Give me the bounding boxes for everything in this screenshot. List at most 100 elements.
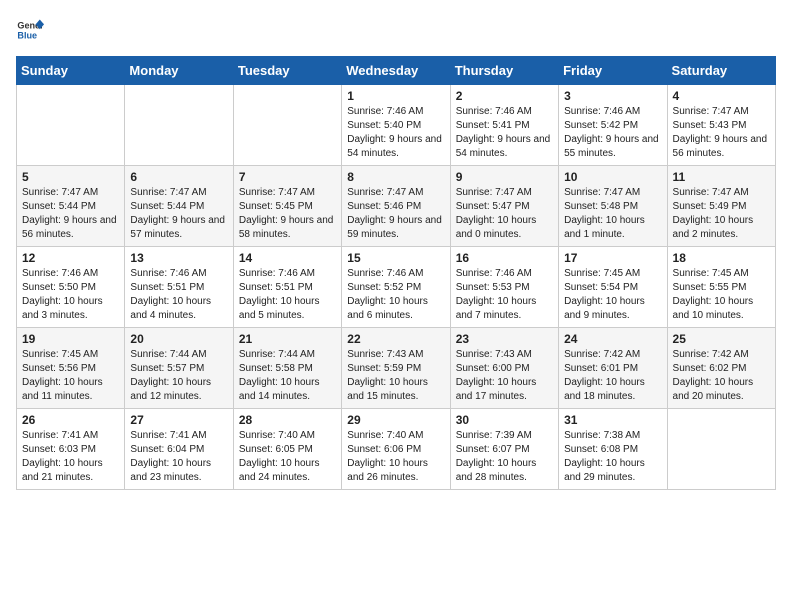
day-number: 3 bbox=[564, 89, 661, 103]
day-number: 23 bbox=[456, 332, 553, 346]
day-info: Sunrise: 7:46 AM Sunset: 5:40 PM Dayligh… bbox=[347, 105, 444, 161]
day-info: Sunrise: 7:45 AM Sunset: 5:55 PM Dayligh… bbox=[673, 267, 770, 323]
day-info: Sunrise: 7:44 AM Sunset: 5:58 PM Dayligh… bbox=[239, 348, 336, 404]
calendar-table: SundayMondayTuesdayWednesdayThursdayFrid… bbox=[16, 56, 776, 490]
day-info: Sunrise: 7:46 AM Sunset: 5:41 PM Dayligh… bbox=[456, 105, 553, 161]
calendar-day-cell: 23 Sunrise: 7:43 AM Sunset: 6:00 PM Dayli… bbox=[450, 328, 558, 409]
day-number: 18 bbox=[673, 251, 770, 265]
day-info: Sunrise: 7:46 AM Sunset: 5:51 PM Dayligh… bbox=[239, 267, 336, 323]
day-number: 26 bbox=[22, 413, 119, 427]
day-number: 29 bbox=[347, 413, 444, 427]
day-number: 16 bbox=[456, 251, 553, 265]
day-number: 21 bbox=[239, 332, 336, 346]
calendar-week-row: 5 Sunrise: 7:47 AM Sunset: 5:44 PM Daylig… bbox=[17, 166, 776, 247]
empty-day-cell bbox=[17, 85, 125, 166]
day-number: 28 bbox=[239, 413, 336, 427]
day-number: 10 bbox=[564, 170, 661, 184]
calendar-day-cell: 17 Sunrise: 7:45 AM Sunset: 5:54 PM Dayli… bbox=[559, 247, 667, 328]
calendar-day-cell: 10Sunrise: 7:47 AM Sunset: 5:48 PM Dayli… bbox=[559, 166, 667, 247]
weekday-header-thursday: Thursday bbox=[450, 57, 558, 85]
day-info: Sunrise: 7:47 AM Sunset: 5:43 PM Dayligh… bbox=[673, 105, 770, 161]
weekday-header-monday: Monday bbox=[125, 57, 233, 85]
calendar-day-cell: 28 Sunrise: 7:40 AM Sunset: 6:05 PM Dayli… bbox=[233, 409, 341, 490]
day-info: Sunrise: 7:38 AM Sunset: 6:08 PM Dayligh… bbox=[564, 429, 661, 485]
calendar-day-cell: 6 Sunrise: 7:47 AM Sunset: 5:44 PM Daylig… bbox=[125, 166, 233, 247]
weekday-header-tuesday: Tuesday bbox=[233, 57, 341, 85]
day-info: Sunrise: 7:46 AM Sunset: 5:52 PM Dayligh… bbox=[347, 267, 444, 323]
day-info: Sunrise: 7:47 AM Sunset: 5:47 PM Dayligh… bbox=[456, 186, 553, 242]
day-number: 25 bbox=[673, 332, 770, 346]
day-number: 13 bbox=[130, 251, 227, 265]
day-info: Sunrise: 7:45 AM Sunset: 5:54 PM Dayligh… bbox=[564, 267, 661, 323]
calendar-day-cell: 20 Sunrise: 7:44 AM Sunset: 5:57 PM Dayli… bbox=[125, 328, 233, 409]
day-info: Sunrise: 7:43 AM Sunset: 6:00 PM Dayligh… bbox=[456, 348, 553, 404]
calendar-day-cell: 29 Sunrise: 7:40 AM Sunset: 6:06 PM Dayli… bbox=[342, 409, 450, 490]
day-info: Sunrise: 7:47 AM Sunset: 5:44 PM Dayligh… bbox=[22, 186, 119, 242]
day-number: 30 bbox=[456, 413, 553, 427]
calendar-day-cell: 16 Sunrise: 7:46 AM Sunset: 5:53 PM Dayli… bbox=[450, 247, 558, 328]
calendar-day-cell: 3 Sunrise: 7:46 AM Sunset: 5:42 PM Daylig… bbox=[559, 85, 667, 166]
calendar-day-cell: 18 Sunrise: 7:45 AM Sunset: 5:55 PM Dayli… bbox=[667, 247, 775, 328]
calendar-day-cell: 14 Sunrise: 7:46 AM Sunset: 5:51 PM Dayli… bbox=[233, 247, 341, 328]
calendar-day-cell: 9Sunrise: 7:47 AM Sunset: 5:47 PM Daylig… bbox=[450, 166, 558, 247]
day-number: 14 bbox=[239, 251, 336, 265]
weekday-header-wednesday: Wednesday bbox=[342, 57, 450, 85]
day-number: 17 bbox=[564, 251, 661, 265]
weekday-header-saturday: Saturday bbox=[667, 57, 775, 85]
day-number: 22 bbox=[347, 332, 444, 346]
calendar-week-row: 12 Sunrise: 7:46 AM Sunset: 5:50 PM Dayli… bbox=[17, 247, 776, 328]
day-number: 24 bbox=[564, 332, 661, 346]
calendar-day-cell: 22 Sunrise: 7:43 AM Sunset: 5:59 PM Dayli… bbox=[342, 328, 450, 409]
day-info: Sunrise: 7:44 AM Sunset: 5:57 PM Dayligh… bbox=[130, 348, 227, 404]
weekday-header-friday: Friday bbox=[559, 57, 667, 85]
day-number: 2 bbox=[456, 89, 553, 103]
day-info: Sunrise: 7:46 AM Sunset: 5:53 PM Dayligh… bbox=[456, 267, 553, 323]
calendar-day-cell: 30Sunrise: 7:39 AM Sunset: 6:07 PM Dayli… bbox=[450, 409, 558, 490]
day-info: Sunrise: 7:47 AM Sunset: 5:49 PM Dayligh… bbox=[673, 186, 770, 242]
day-info: Sunrise: 7:41 AM Sunset: 6:03 PM Dayligh… bbox=[22, 429, 119, 485]
day-number: 8 bbox=[347, 170, 444, 184]
day-number: 1 bbox=[347, 89, 444, 103]
calendar-day-cell: 24 Sunrise: 7:42 AM Sunset: 6:01 PM Dayli… bbox=[559, 328, 667, 409]
weekday-header-row: SundayMondayTuesdayWednesdayThursdayFrid… bbox=[17, 57, 776, 85]
calendar-day-cell: 8 Sunrise: 7:47 AM Sunset: 5:46 PM Daylig… bbox=[342, 166, 450, 247]
calendar-week-row: 1 Sunrise: 7:46 AM Sunset: 5:40 PM Daylig… bbox=[17, 85, 776, 166]
day-number: 12 bbox=[22, 251, 119, 265]
day-info: Sunrise: 7:41 AM Sunset: 6:04 PM Dayligh… bbox=[130, 429, 227, 485]
day-number: 19 bbox=[22, 332, 119, 346]
logo: General Blue bbox=[16, 16, 48, 44]
calendar-day-cell: 19Sunrise: 7:45 AM Sunset: 5:56 PM Dayli… bbox=[17, 328, 125, 409]
calendar-week-row: 19Sunrise: 7:45 AM Sunset: 5:56 PM Dayli… bbox=[17, 328, 776, 409]
calendar-week-row: 26 Sunrise: 7:41 AM Sunset: 6:03 PM Dayli… bbox=[17, 409, 776, 490]
day-number: 31 bbox=[564, 413, 661, 427]
weekday-header-sunday: Sunday bbox=[17, 57, 125, 85]
calendar-day-cell: 12 Sunrise: 7:46 AM Sunset: 5:50 PM Dayli… bbox=[17, 247, 125, 328]
day-info: Sunrise: 7:46 AM Sunset: 5:42 PM Dayligh… bbox=[564, 105, 661, 161]
day-info: Sunrise: 7:40 AM Sunset: 6:06 PM Dayligh… bbox=[347, 429, 444, 485]
svg-text:Blue: Blue bbox=[17, 30, 37, 40]
day-info: Sunrise: 7:42 AM Sunset: 6:01 PM Dayligh… bbox=[564, 348, 661, 404]
day-number: 7 bbox=[239, 170, 336, 184]
day-number: 5 bbox=[22, 170, 119, 184]
page-header: General Blue bbox=[16, 16, 776, 44]
calendar-day-cell: 25Sunrise: 7:42 AM Sunset: 6:02 PM Dayli… bbox=[667, 328, 775, 409]
calendar-day-cell: 4 Sunrise: 7:47 AM Sunset: 5:43 PM Daylig… bbox=[667, 85, 775, 166]
day-number: 20 bbox=[130, 332, 227, 346]
day-info: Sunrise: 7:43 AM Sunset: 5:59 PM Dayligh… bbox=[347, 348, 444, 404]
calendar-day-cell: 7Sunrise: 7:47 AM Sunset: 5:45 PM Daylig… bbox=[233, 166, 341, 247]
empty-day-cell bbox=[233, 85, 341, 166]
day-info: Sunrise: 7:47 AM Sunset: 5:44 PM Dayligh… bbox=[130, 186, 227, 242]
day-number: 4 bbox=[673, 89, 770, 103]
day-number: 6 bbox=[130, 170, 227, 184]
calendar-day-cell: 11Sunrise: 7:47 AM Sunset: 5:49 PM Dayli… bbox=[667, 166, 775, 247]
day-info: Sunrise: 7:40 AM Sunset: 6:05 PM Dayligh… bbox=[239, 429, 336, 485]
calendar-day-cell: 1 Sunrise: 7:46 AM Sunset: 5:40 PM Daylig… bbox=[342, 85, 450, 166]
calendar-day-cell: 27Sunrise: 7:41 AM Sunset: 6:04 PM Dayli… bbox=[125, 409, 233, 490]
day-info: Sunrise: 7:47 AM Sunset: 5:46 PM Dayligh… bbox=[347, 186, 444, 242]
day-number: 15 bbox=[347, 251, 444, 265]
empty-day-cell bbox=[125, 85, 233, 166]
day-info: Sunrise: 7:46 AM Sunset: 5:50 PM Dayligh… bbox=[22, 267, 119, 323]
calendar-day-cell: 15 Sunrise: 7:46 AM Sunset: 5:52 PM Dayli… bbox=[342, 247, 450, 328]
calendar-day-cell: 5 Sunrise: 7:47 AM Sunset: 5:44 PM Daylig… bbox=[17, 166, 125, 247]
calendar-day-cell: 2 Sunrise: 7:46 AM Sunset: 5:41 PM Daylig… bbox=[450, 85, 558, 166]
